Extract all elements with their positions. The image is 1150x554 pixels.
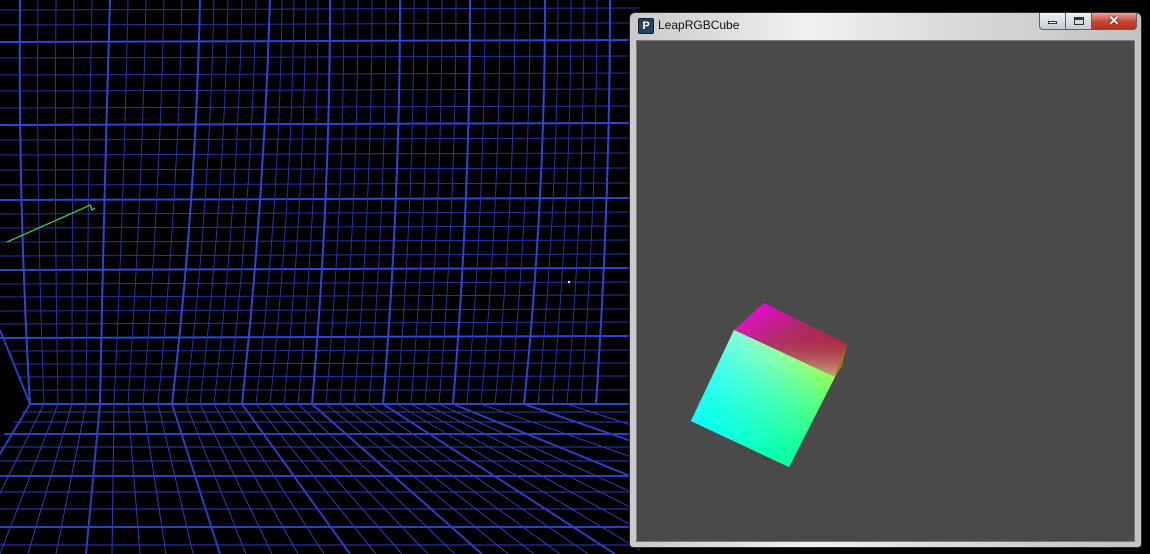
- window-controls: ✕: [1039, 13, 1137, 31]
- maximize-icon: [1074, 17, 1084, 25]
- close-icon: ✕: [1108, 13, 1120, 28]
- sketch-canvas[interactable]: [636, 40, 1135, 542]
- maximize-button[interactable]: [1066, 13, 1092, 30]
- rgb-cube-render: [691, 303, 847, 467]
- close-button[interactable]: ✕: [1092, 13, 1137, 30]
- minimize-button[interactable]: [1039, 13, 1066, 30]
- pointer-dot: [567, 280, 571, 284]
- window-title: LeapRGBCube: [658, 18, 740, 32]
- minimize-icon: [1048, 21, 1057, 24]
- processing-app-icon: P: [638, 18, 654, 34]
- leap-rgb-cube-window[interactable]: P LeapRGBCube ✕: [629, 12, 1142, 548]
- title-bar[interactable]: P LeapRGBCube ✕: [630, 13, 1141, 39]
